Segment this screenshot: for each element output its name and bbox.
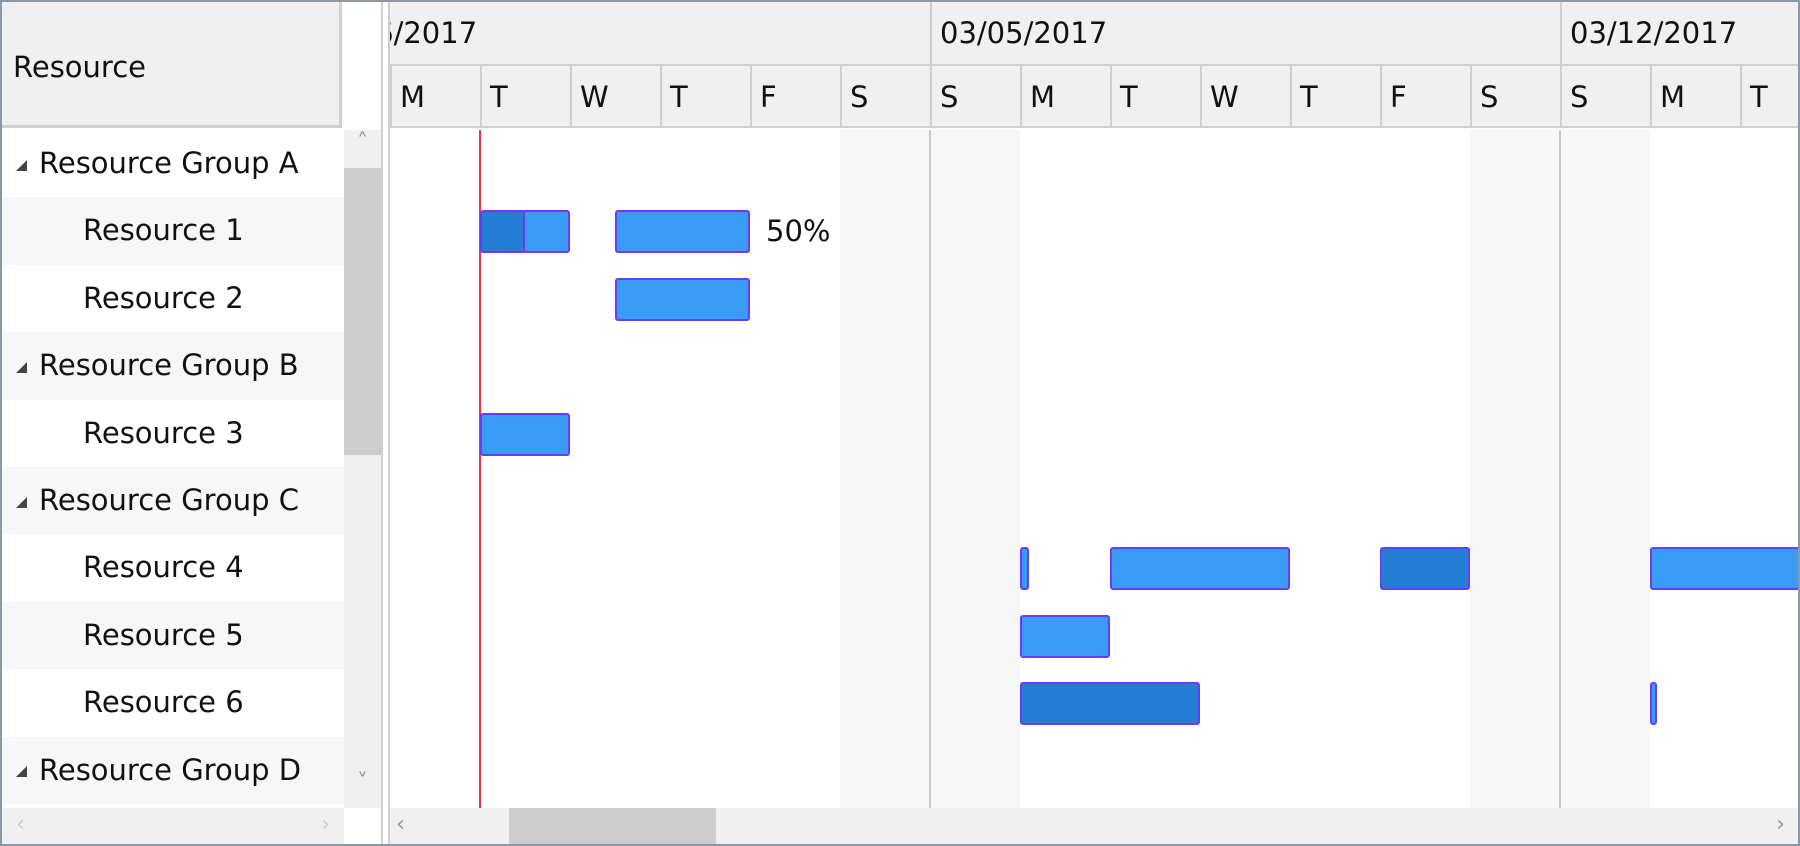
- gantt-window: Resource Resource Group A Resource 1 Resou…: [0, 0, 1800, 846]
- resource-row[interactable]: Resource 5: [2, 601, 344, 670]
- resource-row[interactable]: Resource 1: [2, 197, 344, 265]
- day-header-cell: S: [1470, 66, 1560, 128]
- day-header-cell: W: [1200, 66, 1290, 128]
- task-bar[interactable]: [1110, 547, 1290, 591]
- day-header-cell: T: [1110, 66, 1200, 128]
- weekend-shade: [1470, 130, 1560, 808]
- scroll-down-icon[interactable]: ˅: [344, 770, 381, 795]
- weekend-shade: [1560, 130, 1650, 808]
- resource-row[interactable]: Resource 3: [2, 400, 344, 467]
- resource-label: Resource 6: [83, 685, 244, 720]
- week-header-cell: 03/12/2017: [1560, 2, 1798, 66]
- week-header-cell: 03/05/2017: [930, 2, 1560, 66]
- weekend-shade: [930, 130, 1020, 808]
- left-horizontal-scrollbar[interactable]: ‹ ›: [2, 808, 344, 844]
- day-header-cell: S: [1560, 66, 1650, 128]
- resource-pane: Resource Resource Group A Resource 1 Resou…: [2, 2, 344, 844]
- day-header-cell: T: [1740, 66, 1798, 128]
- group-label: Resource Group C: [39, 483, 299, 517]
- task-bar[interactable]: [1650, 682, 1658, 726]
- weekend-shade: [840, 130, 930, 808]
- week-header: 02/26/201703/05/201703/12/2017: [390, 2, 1798, 66]
- day-header-cell: T: [480, 66, 570, 128]
- day-header-cell: T: [660, 66, 750, 128]
- resource-label: Resource 2: [83, 280, 244, 315]
- vertical-scrollbar[interactable]: ˄ ˅: [344, 130, 381, 808]
- collapse-triangle-icon[interactable]: [16, 496, 27, 508]
- task-bar[interactable]: [1650, 547, 1798, 591]
- vertical-scroll-thumb[interactable]: [344, 168, 381, 455]
- resource-row[interactable]: Resource 6: [2, 669, 344, 736]
- group-label: Resource Group B: [39, 348, 299, 383]
- task-progress-label: 50%: [766, 214, 831, 249]
- task-bar[interactable]: [615, 210, 750, 254]
- resource-label: Resource 5: [83, 617, 244, 652]
- task-bar[interactable]: [1020, 614, 1110, 658]
- day-header-cell: F: [1380, 66, 1470, 128]
- day-header-cell: S: [840, 66, 930, 128]
- day-header-cell: M: [1020, 66, 1110, 128]
- day-header-cell: F: [750, 66, 840, 128]
- week-divider: [929, 130, 931, 808]
- resource-label: Resource 3: [83, 415, 244, 450]
- task-bar[interactable]: [615, 277, 750, 321]
- day-header-cell: W: [570, 66, 660, 128]
- group-row[interactable]: Resource Group C: [2, 467, 344, 535]
- group-row[interactable]: Resource Group A: [2, 130, 344, 197]
- task-bar[interactable]: [480, 210, 570, 254]
- week-divider: [1559, 130, 1561, 808]
- resource-label: Resource 4: [83, 550, 244, 585]
- day-header-cell: M: [390, 66, 480, 128]
- resource-header-label: Resource: [13, 50, 146, 84]
- scroll-left-icon[interactable]: ‹: [2, 812, 39, 837]
- pane-splitter[interactable]: [381, 2, 390, 844]
- scroll-right-icon[interactable]: ›: [307, 812, 344, 837]
- scroll-right-icon[interactable]: ›: [1762, 812, 1798, 837]
- scroll-left-icon[interactable]: ‹: [390, 812, 419, 837]
- day-header: SMTWTFSSMTWTFSSMT: [390, 66, 1798, 128]
- task-bar[interactable]: [1020, 547, 1029, 591]
- day-header-cell: S: [930, 66, 1020, 128]
- collapse-triangle-icon[interactable]: [16, 159, 27, 171]
- horizontal-scrollbar[interactable]: ‹ ›: [390, 808, 1798, 844]
- group-row[interactable]: Resource Group B: [2, 332, 344, 400]
- task-bar[interactable]: [480, 412, 570, 456]
- resource-label: Resource 1: [83, 213, 244, 248]
- day-header-cell: M: [1650, 66, 1740, 128]
- task-progress: [482, 212, 525, 252]
- resource-row[interactable]: Resource 4: [2, 534, 344, 601]
- resource-column-header[interactable]: Resource: [2, 2, 342, 128]
- gantt-body: 50%: [390, 130, 1798, 808]
- task-bar[interactable]: [1380, 547, 1470, 591]
- group-label: Resource Group D: [39, 752, 302, 787]
- day-header-cell: T: [1290, 66, 1380, 128]
- resource-row[interactable]: Resource 2: [2, 265, 344, 332]
- scroll-up-icon[interactable]: ˄: [344, 130, 381, 155]
- collapse-triangle-icon[interactable]: [16, 361, 27, 373]
- week-header-cell: 02/26/2017: [390, 2, 930, 66]
- group-label: Resource Group A: [39, 146, 299, 180]
- task-bar[interactable]: [1020, 682, 1200, 726]
- horizontal-scroll-thumb[interactable]: [509, 808, 716, 844]
- group-row[interactable]: Resource Group D: [2, 736, 344, 804]
- collapse-triangle-icon[interactable]: [16, 766, 27, 778]
- gantt-chart: 02/26/201703/05/201703/12/2017 SMTWTFSSM…: [390, 2, 1798, 844]
